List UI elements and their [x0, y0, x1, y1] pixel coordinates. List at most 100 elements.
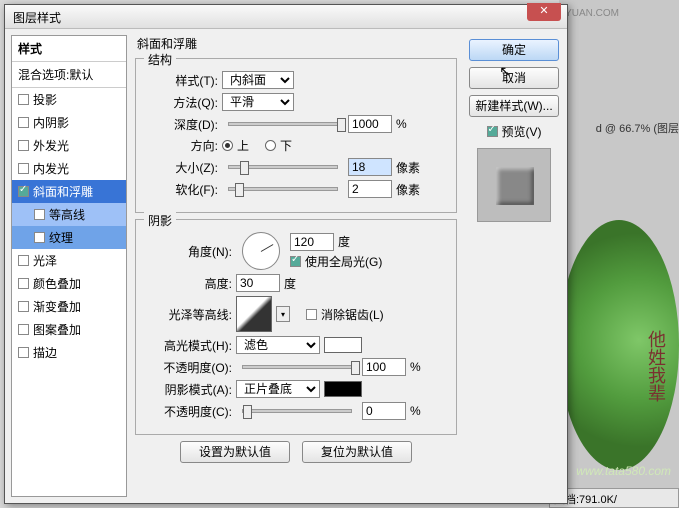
sidebar-item[interactable]: 斜面和浮雕: [12, 180, 126, 203]
style-select[interactable]: 内斜面: [222, 71, 294, 89]
sidebar-item[interactable]: 光泽: [12, 249, 126, 272]
style-preview: [477, 148, 551, 222]
shadow-opacity-input[interactable]: [362, 402, 406, 420]
shadow-mode-label: 阴影模式(A):: [146, 381, 232, 398]
sidebar-item[interactable]: 渐变叠加: [12, 295, 126, 318]
antialias-label: 消除锯齿(L): [321, 306, 384, 323]
sidebar-checkbox[interactable]: [34, 209, 45, 220]
depth-unit: %: [396, 117, 407, 131]
sidebar-item[interactable]: 等高线: [12, 203, 126, 226]
antialias-checkbox[interactable]: [306, 309, 317, 320]
layer-style-dialog: 图层样式 ✕ 样式 混合选项:默认 投影内阴影外发光内发光斜面和浮雕等高线纹理光…: [4, 4, 568, 504]
sidebar-checkbox[interactable]: [18, 117, 29, 128]
shadow-color-swatch[interactable]: [324, 381, 362, 397]
shadow-mode-select[interactable]: 正片叠底: [236, 380, 320, 398]
sidebar-item-label: 纹理: [49, 229, 73, 246]
angle-input[interactable]: [290, 233, 334, 251]
sidebar-item[interactable]: 颜色叠加: [12, 272, 126, 295]
sidebar-item[interactable]: 外发光: [12, 134, 126, 157]
sidebar-item[interactable]: 图案叠加: [12, 318, 126, 341]
angle-label: 角度(N):: [146, 243, 232, 260]
sidebar-checkbox[interactable]: [18, 301, 29, 312]
preview-checkbox[interactable]: [487, 126, 498, 137]
dialog-titlebar[interactable]: 图层样式 ✕: [5, 5, 567, 29]
sidebar-item[interactable]: 内阴影: [12, 111, 126, 134]
direction-label: 方向:: [146, 137, 218, 154]
global-light-checkbox[interactable]: [290, 256, 301, 267]
sidebar-item[interactable]: 纹理: [12, 226, 126, 249]
new-style-button[interactable]: 新建样式(W)...: [469, 95, 559, 117]
sidebar-item[interactable]: 投影: [12, 88, 126, 111]
shadow-opacity-label: 不透明度(C):: [146, 403, 232, 420]
highlight-mode-label: 高光模式(H):: [146, 337, 232, 354]
direction-down-radio[interactable]: [265, 140, 276, 151]
method-label: 方法(Q):: [146, 94, 218, 111]
make-default-button[interactable]: 设置为默认值: [180, 441, 290, 463]
soften-input[interactable]: [348, 180, 392, 198]
soften-label: 软化(F):: [146, 181, 218, 198]
soften-unit: 像素: [396, 181, 420, 198]
status-bar: 文档:791.0K/: [549, 488, 679, 508]
style-label: 样式(T):: [146, 72, 218, 89]
canvas-url: www.tata580.com: [576, 464, 671, 478]
sidebar-header[interactable]: 样式: [12, 36, 126, 62]
size-input[interactable]: [348, 158, 392, 176]
depth-label: 深度(D):: [146, 116, 218, 133]
highlight-opacity-input[interactable]: [362, 358, 406, 376]
canvas-calligraphy: 他姓我辈: [643, 330, 669, 402]
angle-dial[interactable]: [242, 232, 280, 270]
close-button[interactable]: ✕: [527, 3, 561, 21]
sidebar-checkbox[interactable]: [18, 163, 29, 174]
sidebar-item-label: 颜色叠加: [33, 275, 81, 292]
depth-slider[interactable]: [228, 122, 338, 126]
style-sidebar: 样式 混合选项:默认 投影内阴影外发光内发光斜面和浮雕等高线纹理光泽颜色叠加渐变…: [11, 35, 127, 497]
gloss-contour-picker[interactable]: [236, 296, 272, 332]
direction-up-radio[interactable]: [222, 140, 233, 151]
sidebar-item[interactable]: 描边: [12, 341, 126, 364]
altitude-label: 高度:: [146, 275, 232, 292]
sidebar-checkbox[interactable]: [18, 140, 29, 151]
sidebar-item-label: 外发光: [33, 137, 69, 154]
sidebar-checkbox[interactable]: [18, 278, 29, 289]
dialog-title: 图层样式: [13, 11, 61, 25]
sidebar-item-label: 等高线: [49, 206, 85, 223]
method-select[interactable]: 平滑: [222, 93, 294, 111]
sidebar-checkbox[interactable]: [18, 94, 29, 105]
altitude-input[interactable]: [236, 274, 280, 292]
bg-doc-title: d @ 66.7% (图层: [596, 120, 679, 136]
cancel-button[interactable]: 取消: [469, 67, 559, 89]
panel-title: 斜面和浮雕: [137, 35, 457, 52]
sidebar-checkbox[interactable]: [18, 255, 29, 266]
highlight-opacity-label: 不透明度(O):: [146, 359, 232, 376]
sidebar-blend-options[interactable]: 混合选项:默认: [12, 62, 126, 88]
shadow-opacity-slider[interactable]: [242, 409, 352, 413]
sidebar-item-label: 斜面和浮雕: [33, 183, 93, 200]
highlight-opacity-slider[interactable]: [242, 365, 352, 369]
sidebar-item-label: 描边: [33, 344, 57, 361]
sidebar-checkbox[interactable]: [34, 232, 45, 243]
structure-title: 结构: [144, 51, 176, 68]
direction-down-label: 下: [280, 137, 292, 154]
sidebar-item-label: 内发光: [33, 160, 69, 177]
shadow-opacity-unit: %: [410, 404, 421, 418]
sidebar-checkbox[interactable]: [18, 186, 29, 197]
shading-title: 阴影: [144, 212, 176, 229]
gloss-dropdown-icon[interactable]: ▾: [276, 306, 290, 322]
altitude-unit: 度: [284, 275, 296, 292]
sidebar-item-label: 图案叠加: [33, 321, 81, 338]
sidebar-checkbox[interactable]: [18, 347, 29, 358]
highlight-mode-select[interactable]: 滤色: [236, 336, 320, 354]
structure-group: 结构 样式(T): 内斜面 方法(Q): 平滑 深度(D): % 方向:: [135, 58, 457, 213]
shading-group: 阴影 角度(N): 度 使用全局光(G): [135, 219, 457, 435]
sidebar-checkbox[interactable]: [18, 324, 29, 335]
soften-slider[interactable]: [228, 187, 338, 191]
size-slider[interactable]: [228, 165, 338, 169]
sidebar-item[interactable]: 内发光: [12, 157, 126, 180]
ok-button[interactable]: 确定: [469, 39, 559, 61]
direction-up-label: 上: [237, 137, 249, 154]
gloss-label: 光泽等高线:: [146, 306, 232, 323]
sidebar-item-label: 光泽: [33, 252, 57, 269]
highlight-color-swatch[interactable]: [324, 337, 362, 353]
depth-input[interactable]: [348, 115, 392, 133]
reset-default-button[interactable]: 复位为默认值: [302, 441, 412, 463]
